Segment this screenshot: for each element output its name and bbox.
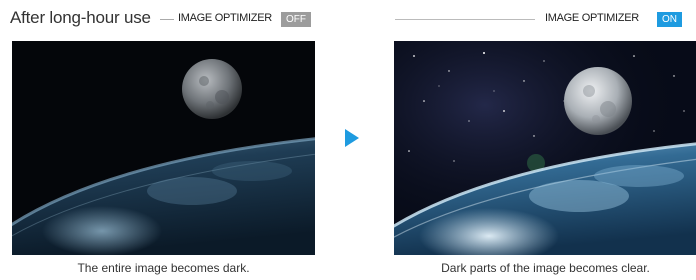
section-title: After long-hour use [10,8,151,27]
image-optimizer-label-on: IMAGE OPTIMIZER [545,12,639,24]
caption-dark: The entire image becomes dark. [77,261,250,275]
image-optimizer-label-off: IMAGE OPTIMIZER [178,12,272,24]
title-divider [160,19,174,20]
status-badge-off: OFF [281,12,311,27]
status-badge-on: ON [657,12,682,27]
play-arrow-icon [345,129,359,147]
right-header-divider [395,19,535,20]
caption-clear: Dark parts of the image becomes clear. [441,261,650,275]
earth-moon-image-dark [12,41,315,255]
earth-moon-image-bright [394,41,696,255]
